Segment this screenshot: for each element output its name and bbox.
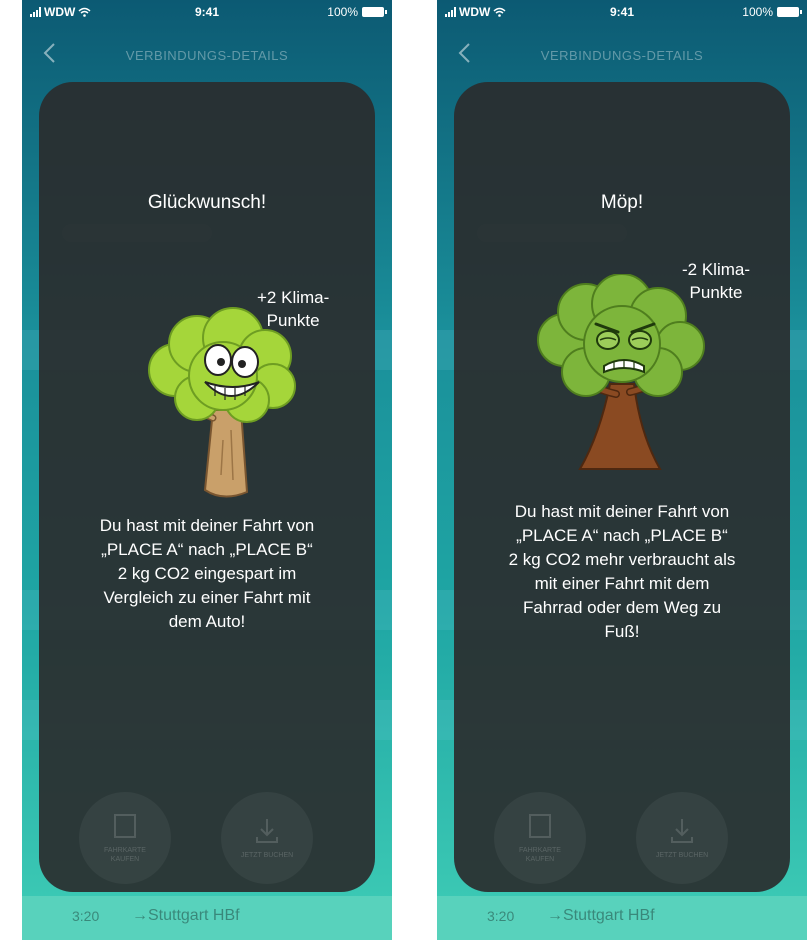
- book-now-label: JETZT BUCHEN: [240, 851, 294, 859]
- ticket-icon: [529, 814, 551, 838]
- ticket-icon: [114, 814, 136, 838]
- nav-bar: VERBINDUNGS-DETAILS: [22, 38, 392, 68]
- buy-ticket-button: FAHRKARTE KAUFEN: [494, 792, 586, 884]
- buy-ticket-button: FAHRKARTE KAUFEN: [79, 792, 171, 884]
- battery-icon: [777, 7, 802, 17]
- message-line: dem Auto!: [168, 612, 246, 631]
- faded-action-buttons: FAHRKARTE KAUFEN JETZT BUCHEN: [454, 792, 790, 892]
- nav-bar: VERBINDUNGS-DETAILS: [437, 38, 807, 68]
- battery-percentage: 100%: [742, 5, 773, 19]
- phone-screen-fail: WDW 9:41 100% VERBINDUNGS-DETAILS 3:20 →…: [437, 0, 807, 940]
- result-message: Du hast mit deiner Fahrt von „PLACE A“ n…: [59, 514, 355, 634]
- result-modal: Möp! -2 Klima- Punkte Du hast mit deiner…: [454, 82, 790, 892]
- background-connection-row: 3:20 →Stuttgart HBf: [437, 896, 807, 940]
- background-connection-row: 3:20 →Stuttgart HBf: [22, 896, 392, 940]
- connection-time: 3:20: [487, 908, 515, 924]
- message-line: „PLACE A“ nach „PLACE B“: [516, 526, 728, 545]
- angry-tree-icon: [537, 274, 705, 470]
- message-line: „PLACE A“ nach „PLACE B“: [101, 540, 313, 559]
- message-line: Fuß!: [604, 622, 640, 641]
- message-line: mit einer Fahrt mit dem: [534, 574, 710, 593]
- message-line: 2 kg CO2 mehr verbraucht als: [508, 550, 736, 569]
- status-bar: WDW 9:41 100%: [437, 0, 807, 22]
- modal-title: Möp!: [600, 192, 644, 213]
- result-message: Du hast mit deiner Fahrt von „PLACE A“ n…: [474, 500, 770, 644]
- connection-destination: →Stuttgart HBf: [547, 907, 655, 924]
- happy-tree-icon: [148, 307, 296, 498]
- battery-percentage: 100%: [327, 5, 358, 19]
- connection-destination: →Stuttgart HBf: [132, 907, 240, 924]
- battery-icon: [362, 7, 387, 17]
- connection-time: 3:20: [72, 908, 100, 924]
- message-line: Du hast mit deiner Fahrt von: [99, 516, 315, 535]
- message-line: Vergleich zu einer Fahrt mit: [103, 588, 311, 607]
- buy-ticket-label: FAHRKARTE KAUFEN: [104, 847, 146, 863]
- message-line: Fahrrad oder dem Weg zu: [522, 598, 722, 617]
- phone-screen-congrats: WDW 9:41 100% VERBINDUNGS-DETAILS 3:20 →…: [22, 0, 392, 940]
- message-line: Du hast mit deiner Fahrt von: [514, 502, 730, 521]
- modal-title: Glückwunsch!: [147, 192, 267, 213]
- message-line: 2 kg CO2 eingespart im: [117, 564, 297, 583]
- status-bar: WDW 9:41 100%: [22, 0, 392, 22]
- result-modal: Glückwunsch! +2 Klima- Punkte Du hast mi…: [39, 82, 375, 892]
- download-icon: [671, 818, 693, 843]
- book-now-button: JETZT BUCHEN: [636, 792, 728, 884]
- buy-ticket-label: FAHRKARTE KAUFEN: [519, 847, 561, 863]
- page-title: VERBINDUNGS-DETAILS: [540, 48, 704, 63]
- page-title: VERBINDUNGS-DETAILS: [125, 48, 289, 63]
- book-now-button: JETZT BUCHEN: [221, 792, 313, 884]
- book-now-label: JETZT BUCHEN: [655, 851, 709, 859]
- faded-action-buttons: FAHRKARTE KAUFEN JETZT BUCHEN: [39, 792, 375, 892]
- download-icon: [256, 818, 278, 843]
